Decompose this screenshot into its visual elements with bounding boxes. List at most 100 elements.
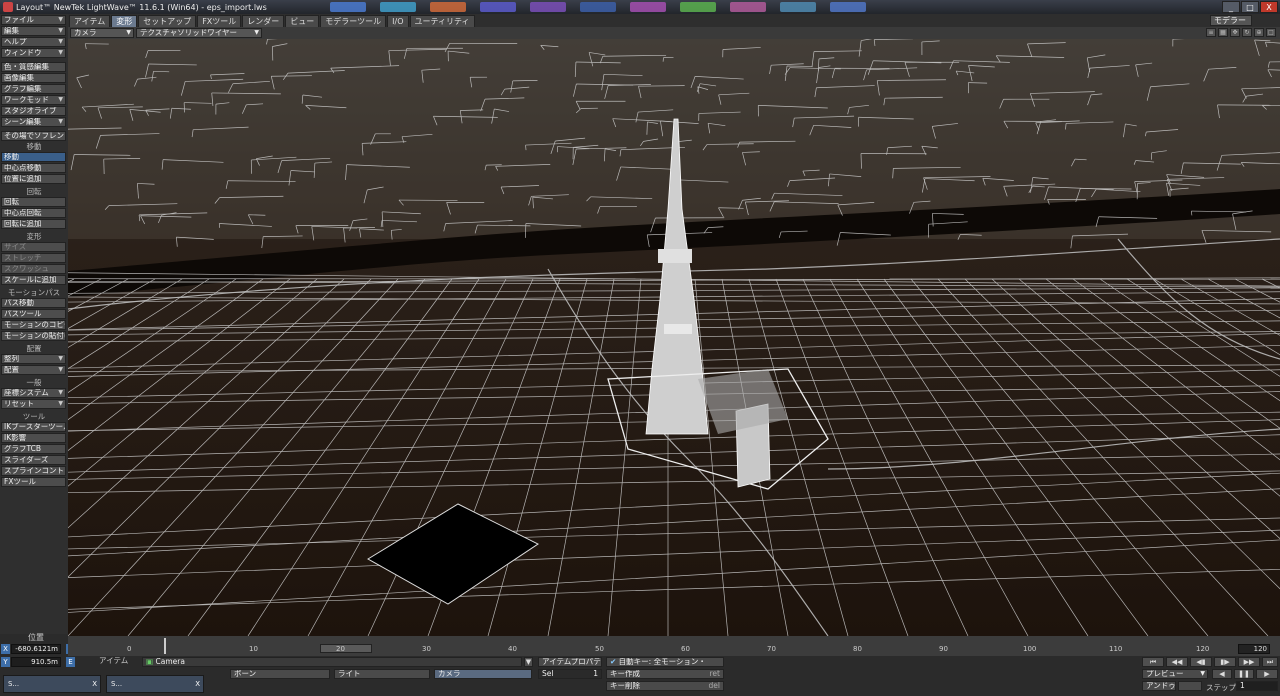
image-editor-button[interactable]: 画像編集 — [1, 73, 66, 83]
timeline[interactable]: 0 10 20 30 40 50 60 70 80 90 100 110 120… — [68, 636, 1280, 656]
shortcut-icon[interactable] — [630, 2, 666, 12]
maximize-button[interactable]: □ — [1241, 1, 1259, 13]
tab-render[interactable]: レンダー — [242, 15, 285, 27]
spline-control-button[interactable]: スプラインコントロール — [1, 466, 66, 476]
path-tool-button[interactable]: パスツール — [1, 309, 66, 319]
graph-tcb-button[interactable]: グラフTCB — [1, 444, 66, 454]
maximize-view-icon[interactable]: □ — [1266, 28, 1276, 37]
close-icon[interactable]: X — [92, 676, 97, 692]
tab-fx-tools[interactable]: FXツール — [197, 15, 242, 27]
delete-key-button[interactable]: キー削除 del — [606, 681, 724, 691]
create-key-button[interactable]: キー作成 ret — [606, 669, 724, 679]
tab-view[interactable]: ビュー — [285, 15, 320, 27]
undo-button[interactable]: アンドゥ — [1142, 681, 1176, 691]
tab-io[interactable]: I/O — [387, 15, 409, 27]
move-pivot-button[interactable]: 中心点移動 — [1, 163, 66, 173]
minimize-button[interactable]: _ — [1222, 1, 1240, 13]
y-coord-field[interactable]: 910.5m — [11, 657, 61, 667]
modeler-button[interactable]: モデラー — [1210, 15, 1252, 26]
scene-editor-button[interactable]: シーン編集 ▼ — [1, 117, 66, 127]
zoom-icon[interactable]: ⊕ — [1254, 28, 1264, 37]
current-frame-marker[interactable] — [164, 638, 166, 654]
rotate-pivot-button[interactable]: 中心点回転 — [1, 208, 66, 218]
pause-button[interactable]: ❚❚ — [1234, 669, 1254, 679]
file-menu[interactable]: ファイル ▼ — [1, 15, 66, 25]
view-type-select[interactable]: カメラ ▼ — [70, 28, 134, 38]
shortcut-icon[interactable] — [830, 2, 866, 12]
first-frame-button[interactable]: ⏮ — [1142, 657, 1164, 667]
edit-menu[interactable]: 編集 ▼ — [1, 26, 66, 36]
ik-influence-button[interactable]: IK影響 — [1, 433, 66, 443]
add-to-position-button[interactable]: 位置に追加 — [1, 174, 66, 184]
coord-system-menu[interactable]: 座標システム ▼ — [1, 388, 66, 398]
shortcut-icon[interactable] — [780, 2, 816, 12]
prev-key-button[interactable]: ◀◀ — [1166, 657, 1188, 667]
close-icon[interactable]: X — [195, 676, 200, 692]
surface-editor-button[interactable]: 色・質感編集 — [1, 62, 66, 72]
tab-utilities[interactable]: ユーティリティ — [409, 15, 475, 27]
reset-menu[interactable]: リセット ▼ — [1, 399, 66, 409]
next-key-button[interactable]: ▶▶ — [1238, 657, 1260, 667]
timeline-slider[interactable] — [320, 644, 372, 653]
camera-viewport[interactable] — [68, 39, 1280, 636]
current-item-select[interactable]: ▣ Camera — [142, 657, 522, 667]
prev-frame-button[interactable]: ◀▮ — [1190, 657, 1212, 667]
close-button[interactable]: X — [1260, 1, 1278, 13]
add-to-rotation-button[interactable]: 回転に追加 — [1, 219, 66, 229]
grid-icon[interactable]: ▦ — [1218, 28, 1228, 37]
shortcut-icon[interactable] — [380, 2, 416, 12]
window-menu[interactable]: ウィンドウ ▼ — [1, 48, 66, 58]
add-to-scale-button[interactable]: スケールに追加 — [1, 275, 66, 285]
sliders-button[interactable]: スライダーズ — [1, 455, 66, 465]
move-button[interactable]: 移動 — [1, 152, 66, 162]
shortcut-icon[interactable] — [530, 2, 566, 12]
item-dropdown-icon[interactable]: ▼ — [524, 657, 533, 667]
graph-editor-button[interactable]: グラフ編集 — [1, 84, 66, 94]
ik-booster-tool-button[interactable]: IKブースターツール — [1, 422, 66, 432]
item-properties-button[interactable]: アイテムプロパティ — [538, 657, 602, 667]
render-mode-select[interactable]: テクスチャソリッドワイヤー ▼ — [136, 28, 262, 38]
tab-modify[interactable]: 変形 — [111, 15, 138, 27]
tab-items[interactable]: アイテム — [69, 15, 111, 27]
vpr-button[interactable]: その場でソフレン — [1, 131, 66, 141]
stretch-button[interactable]: ストレッチ — [1, 253, 66, 263]
fx-tools-button[interactable]: FXツール — [1, 477, 66, 487]
shortcut-icon[interactable] — [580, 2, 616, 12]
next-frame-button[interactable]: ▮▶ — [1214, 657, 1236, 667]
end-frame-field[interactable]: 120 — [1238, 644, 1270, 654]
help-menu[interactable]: ヘルプ ▼ — [1, 37, 66, 47]
size-button[interactable]: サイズ — [1, 242, 66, 252]
play-reverse-button[interactable]: ◀ — [1212, 669, 1232, 679]
paste-motion-button[interactable]: モーションの貼付け — [1, 331, 66, 341]
copy-motion-button[interactable]: モーションのコピー — [1, 320, 66, 330]
lights-button[interactable]: ライト — [334, 669, 430, 679]
tab-setup[interactable]: セットアップ — [138, 15, 197, 27]
step-field[interactable]: 1 — [1236, 681, 1278, 691]
workspace-button[interactable]: ワークモッド ▼ — [1, 95, 66, 105]
squash-button[interactable]: スクワッシュ — [1, 264, 66, 274]
cameras-button[interactable]: カメラ — [434, 669, 532, 679]
x-coord-field[interactable]: -680.6121m — [11, 644, 61, 654]
align-menu[interactable]: 整列 ▼ — [1, 354, 66, 364]
studio-live-button[interactable]: スタジオライブ — [1, 106, 66, 116]
tab-modeler-tools[interactable]: モデラーツール — [320, 15, 387, 27]
redo-button[interactable] — [1178, 681, 1202, 691]
y-envelope-button[interactable]: E — [66, 657, 75, 667]
play-button[interactable]: ▶ — [1256, 669, 1278, 679]
shortcut-icon[interactable] — [430, 2, 466, 12]
rotate-view-icon[interactable]: ↻ — [1242, 28, 1252, 37]
move-view-icon[interactable]: ✥ — [1230, 28, 1240, 37]
path-move-button[interactable]: パス移動 — [1, 298, 66, 308]
taskbar-window-2[interactable]: S... X — [106, 675, 204, 693]
shortcut-icon[interactable] — [730, 2, 766, 12]
place-menu[interactable]: 配置 ▼ — [1, 365, 66, 375]
bones-button[interactable]: ボーン — [230, 669, 330, 679]
menu-icon[interactable]: ≡ — [1206, 28, 1216, 37]
taskbar-window-1[interactable]: S... X — [3, 675, 101, 693]
auto-key-select[interactable]: ✔ 自動キー: 全モーション・ — [606, 657, 724, 667]
rotate-button[interactable]: 回転 — [1, 197, 66, 207]
shortcut-icon[interactable] — [480, 2, 516, 12]
shortcut-icon[interactable] — [680, 2, 716, 12]
shortcut-icon[interactable] — [330, 2, 366, 12]
preview-select[interactable]: プレビュー ▼ — [1142, 669, 1208, 679]
